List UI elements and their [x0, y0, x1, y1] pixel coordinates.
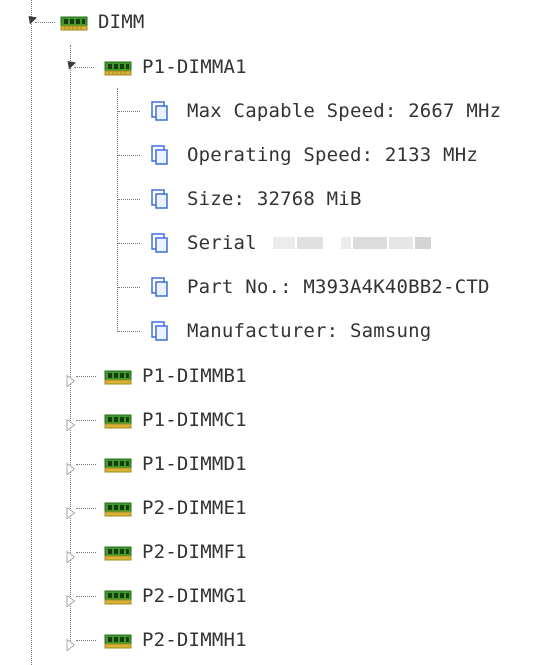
property-label: Serial: [187, 231, 257, 254]
tree-connector-h: [76, 508, 96, 509]
property-page-icon: [150, 188, 170, 210]
property-item[interactable]: Manufacturer: Samsung: [150, 311, 431, 351]
property-item[interactable]: Serial: [150, 223, 431, 263]
expand-toggle-icon[interactable]: [66, 370, 76, 388]
dimm-module-icon: [104, 412, 132, 429]
tree-connector-h: [76, 464, 96, 465]
tree-node-label: P1-DIMMD1: [142, 452, 247, 475]
tree-node-label: DIMM: [98, 10, 145, 33]
property-item[interactable]: Size: 32768 MiB: [150, 179, 362, 219]
tree-node-dimm-module[interactable]: P1-DIMMB1: [104, 356, 247, 396]
property-label: Operating Speed: 2133 MHz: [187, 143, 478, 166]
expand-toggle-icon[interactable]: [66, 546, 76, 564]
tree-node-dimm-module[interactable]: P1-DIMMC1: [104, 400, 247, 440]
tree-node-dimm-module[interactable]: P2-DIMMF1: [104, 532, 247, 572]
tree-node-label: P1-DIMMB1: [142, 364, 247, 387]
tree-node-dimm-module[interactable]: P1-DIMMD1: [104, 444, 247, 484]
property-label: Size: 32768 MiB: [187, 187, 362, 210]
dimm-module-icon: [104, 368, 132, 385]
property-label: Manufacturer: Samsung: [187, 319, 432, 342]
tree-connector-h: [118, 155, 140, 156]
expand-toggle-icon[interactable]: [66, 414, 76, 432]
property-label: Part No.: M393A4K40BB2-CTD: [187, 275, 490, 298]
property-page-icon: [150, 144, 170, 166]
tree-node-dimm-module[interactable]: P2-DIMMH1: [104, 620, 247, 660]
tree-node-label: P2-DIMMF1: [142, 540, 247, 563]
tree-connector-h: [74, 67, 94, 68]
property-label: Max Capable Speed: 2667 MHz: [187, 99, 502, 122]
tree-node-dimm-module[interactable]: P2-DIMME1: [104, 488, 247, 528]
tree-node-dimm-module[interactable]: P2-DIMMG1: [104, 576, 247, 616]
tree-connector-root: [31, 0, 32, 665]
tree-connector-h: [118, 287, 140, 288]
dimm-module-icon: [104, 500, 132, 517]
tree-connector-h: [118, 199, 140, 200]
tree-connector-h: [76, 640, 96, 641]
property-item[interactable]: Part No.: M393A4K40BB2-CTD: [150, 267, 490, 307]
dimm-module-icon: [104, 456, 132, 473]
tree-connector-h: [76, 552, 96, 553]
property-page-icon: [150, 276, 170, 298]
dimm-module-icon: [60, 14, 88, 31]
tree-node-label: P2-DIMMH1: [142, 628, 247, 651]
dimm-module-icon: [104, 632, 132, 649]
tree-connector-h: [35, 22, 55, 23]
property-page-icon: [150, 232, 170, 254]
property-item[interactable]: Max Capable Speed: 2667 MHz: [150, 91, 501, 131]
property-page-icon: [150, 320, 170, 342]
expand-toggle-icon[interactable]: [66, 590, 76, 608]
tree-connector-h: [118, 243, 140, 244]
property-page-icon: [150, 100, 170, 122]
dimm-module-icon: [104, 59, 132, 76]
property-item[interactable]: Operating Speed: 2133 MHz: [150, 135, 478, 175]
redacted-serial-value: [271, 237, 431, 249]
tree-node-label: P1-DIMMC1: [142, 408, 247, 431]
tree-node-label: P2-DIMME1: [142, 496, 247, 519]
expand-toggle-icon[interactable]: [66, 634, 76, 652]
tree-node-p1-dimma1[interactable]: P1-DIMMA1: [104, 47, 247, 87]
dimm-module-icon: [104, 544, 132, 561]
tree-connector-h: [76, 596, 96, 597]
expand-toggle-icon[interactable]: [66, 458, 76, 476]
tree-connector-h: [76, 420, 96, 421]
dimm-module-icon: [104, 588, 132, 605]
tree-connector-h: [118, 331, 140, 332]
tree-connector-h: [76, 376, 96, 377]
tree-node-label: P1-DIMMA1: [142, 55, 247, 78]
expand-toggle-icon[interactable]: [66, 502, 76, 520]
tree-connector-level2: [117, 88, 118, 332]
tree-connector-h: [118, 111, 140, 112]
tree-node-dimm[interactable]: DIMM: [60, 2, 145, 42]
tree-node-label: P2-DIMMG1: [142, 584, 247, 607]
